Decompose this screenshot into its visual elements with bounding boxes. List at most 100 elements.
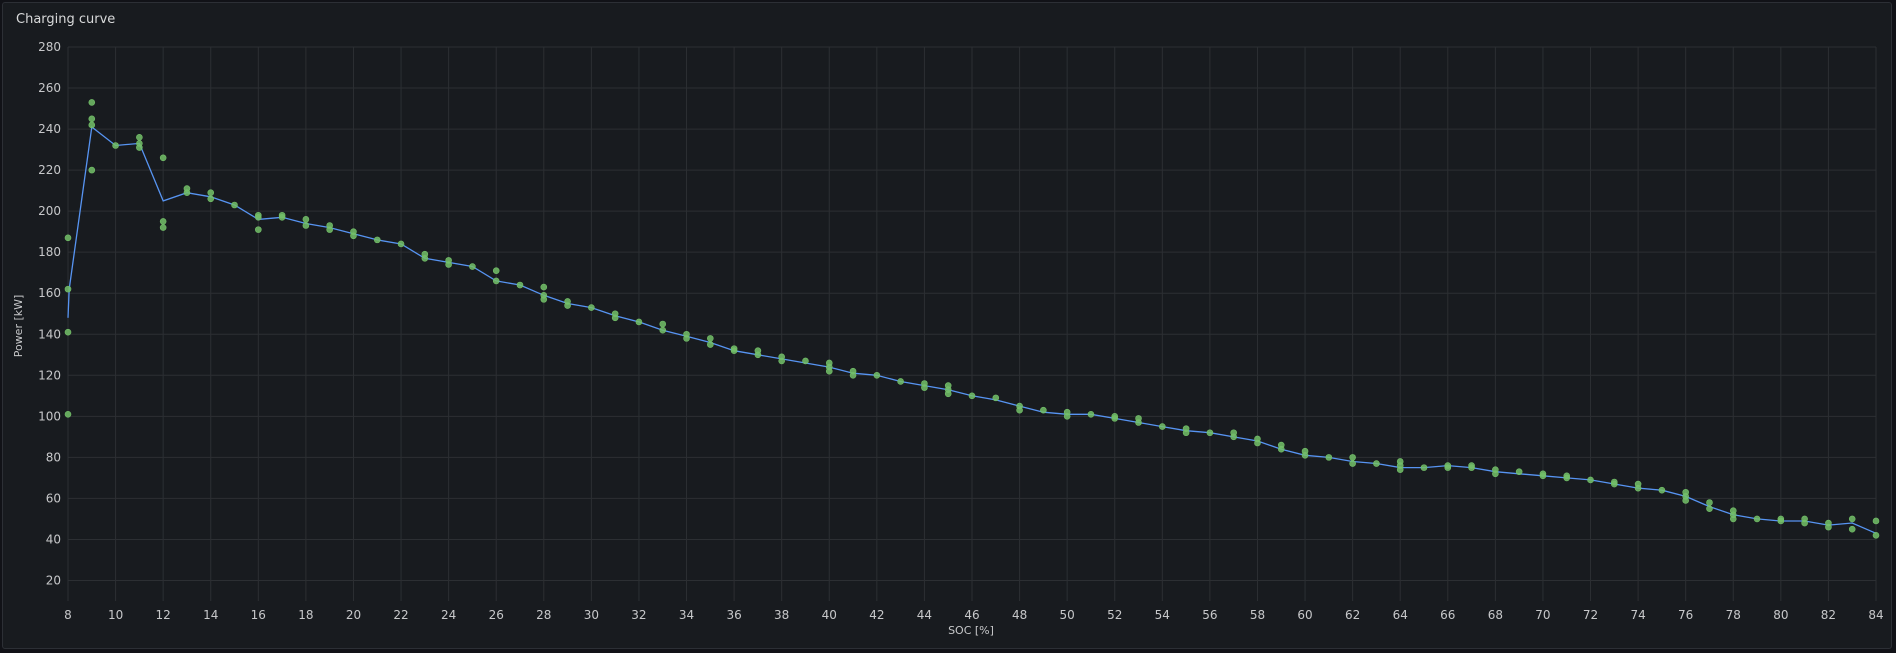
data-point xyxy=(88,166,96,174)
x-tick-label: 42 xyxy=(869,608,884,622)
data-point xyxy=(159,154,167,162)
x-tick-label: 58 xyxy=(1250,608,1265,622)
data-point xyxy=(683,335,690,342)
x-tick-label: 16 xyxy=(251,608,266,622)
data-point xyxy=(1848,525,1856,533)
data-point xyxy=(1182,429,1190,437)
data-point xyxy=(350,232,357,240)
y-tick-label: 60 xyxy=(46,491,61,505)
data-point xyxy=(754,351,762,359)
y-tick-label: 80 xyxy=(46,450,61,464)
data-point xyxy=(1611,480,1618,488)
y-tick-label: 280 xyxy=(38,40,61,54)
data-point xyxy=(397,240,405,248)
y-tick-label: 40 xyxy=(46,532,61,546)
data-point xyxy=(1658,486,1666,494)
data-point xyxy=(1063,413,1071,420)
data-point xyxy=(1801,519,1808,527)
data-point xyxy=(1872,532,1880,539)
x-axis-label: SOC [%] xyxy=(948,624,994,637)
y-tick-label: 180 xyxy=(38,245,61,259)
data-point xyxy=(1444,464,1452,471)
data-point xyxy=(1111,415,1119,422)
data-point xyxy=(540,296,548,303)
y-tick-label: 160 xyxy=(38,286,61,300)
data-point xyxy=(1563,474,1571,482)
data-point xyxy=(1349,454,1356,461)
data-point xyxy=(1587,476,1594,484)
x-tick-label: 22 xyxy=(393,608,408,622)
data-point xyxy=(302,222,310,229)
data-point xyxy=(516,281,524,289)
chart-grid xyxy=(67,46,1877,601)
x-tick-label: 48 xyxy=(1012,608,1027,622)
data-point xyxy=(1848,515,1856,523)
data-point xyxy=(588,304,595,311)
data-point xyxy=(159,224,167,231)
data-point xyxy=(1159,423,1166,430)
data-point xyxy=(64,285,72,293)
y-tick-label: 260 xyxy=(38,81,61,95)
data-point xyxy=(1254,439,1261,447)
data-point xyxy=(1135,419,1142,426)
data-point xyxy=(1539,472,1547,480)
data-point xyxy=(159,218,167,225)
data-point xyxy=(136,133,143,141)
x-tick-label: 82 xyxy=(1821,608,1836,622)
data-point xyxy=(1277,445,1285,453)
x-tick-label: 44 xyxy=(917,608,932,622)
data-point xyxy=(944,390,952,398)
y-axis-label: Power [kW] xyxy=(12,295,25,358)
data-point xyxy=(492,267,500,274)
x-tick-label: 72 xyxy=(1583,608,1598,622)
y-tick-label: 20 xyxy=(46,573,61,587)
data-point xyxy=(540,283,548,291)
y-tick-label: 140 xyxy=(38,327,61,341)
x-tick-label: 18 xyxy=(298,608,313,622)
data-point xyxy=(1206,429,1214,437)
data-point xyxy=(1325,454,1333,461)
y-tick-label: 100 xyxy=(38,409,61,423)
data-point xyxy=(1825,523,1832,531)
data-point xyxy=(1682,497,1689,504)
data-point xyxy=(1729,515,1737,523)
x-tick-label: 8 xyxy=(64,608,72,622)
data-point xyxy=(469,263,476,270)
data-point xyxy=(1373,460,1380,467)
data-point xyxy=(136,144,143,151)
x-tick-label: 60 xyxy=(1297,608,1312,622)
x-tick-label: 56 xyxy=(1202,608,1217,622)
x-tick-label: 20 xyxy=(346,608,361,622)
data-point xyxy=(373,236,381,244)
data-point xyxy=(255,226,262,233)
data-point xyxy=(88,115,96,123)
y-axis-ticks: 20 40 60 80 100 120 140 160 180 200 220 240 260 280 xyxy=(38,40,61,587)
data-point xyxy=(88,99,96,106)
data-point xyxy=(231,201,238,209)
data-point xyxy=(849,371,857,379)
data-point xyxy=(302,216,310,223)
x-tick-label: 74 xyxy=(1630,608,1645,622)
data-point xyxy=(445,261,452,268)
data-point xyxy=(968,392,976,400)
data-point xyxy=(873,371,881,379)
data-point xyxy=(1230,433,1237,441)
data-point xyxy=(635,318,643,326)
data-point xyxy=(1468,464,1475,471)
x-tick-label: 50 xyxy=(1060,608,1075,622)
data-point xyxy=(730,347,738,354)
data-point xyxy=(802,357,809,365)
data-point xyxy=(1016,406,1023,414)
data-point xyxy=(183,189,191,196)
y-tick-label: 220 xyxy=(38,163,61,177)
x-tick-label: 64 xyxy=(1393,608,1408,622)
x-tick-label: 62 xyxy=(1345,608,1360,622)
data-point xyxy=(825,367,833,375)
data-point xyxy=(1706,499,1713,506)
x-tick-label: 76 xyxy=(1678,608,1693,622)
data-point xyxy=(1420,464,1428,471)
y-tick-label: 240 xyxy=(38,122,61,136)
data-point xyxy=(1396,466,1404,473)
x-tick-label: 80 xyxy=(1773,608,1788,622)
x-tick-label: 46 xyxy=(964,608,979,622)
